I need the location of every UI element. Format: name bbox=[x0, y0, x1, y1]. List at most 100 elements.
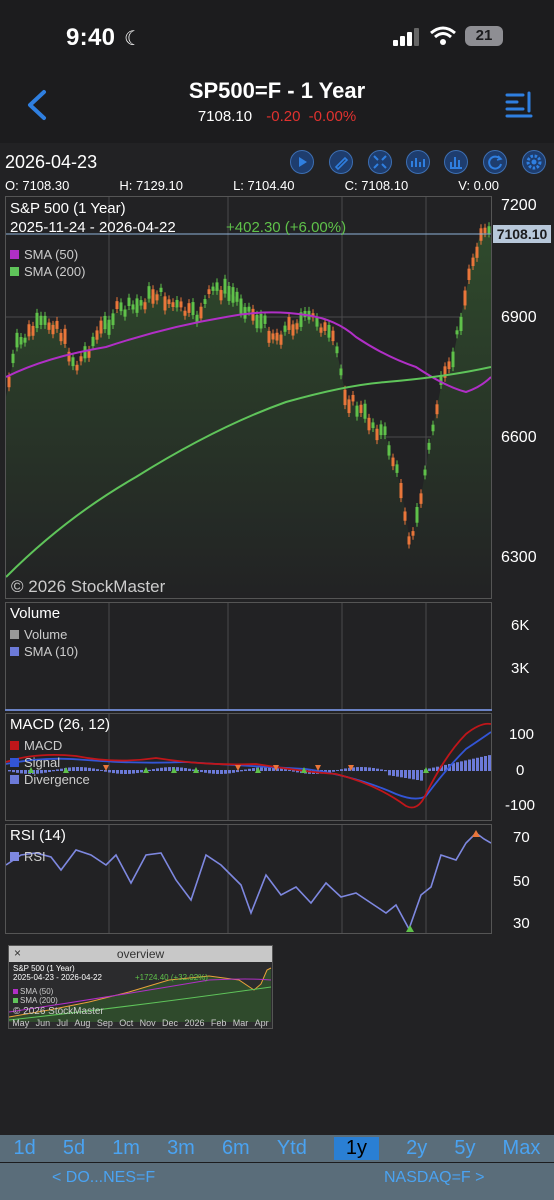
divergence-bar bbox=[260, 767, 263, 771]
volume-sma-swatch bbox=[10, 647, 19, 656]
overview-month-label: Mar bbox=[232, 1018, 249, 1028]
range-tab-5d[interactable]: 5d bbox=[63, 1137, 85, 1160]
divergence-bar bbox=[184, 768, 187, 771]
divergence-bar bbox=[124, 770, 127, 774]
range-tab-3m[interactable]: 3m bbox=[167, 1137, 195, 1160]
divergence-legend: Divergence bbox=[10, 772, 90, 787]
range-tab-5y[interactable]: 5y bbox=[454, 1137, 475, 1160]
last-price-tag: 7108.10 bbox=[493, 225, 551, 243]
next-symbol-link[interactable]: NASDAQ=F > bbox=[384, 1169, 484, 1187]
divergence-bar bbox=[104, 770, 107, 772]
rsi-legend: RSI bbox=[10, 849, 46, 864]
volume-tick-6k: 6K bbox=[511, 617, 530, 634]
overview-month-label: Jun bbox=[35, 1018, 51, 1028]
macd-tick-100: 100 bbox=[509, 726, 535, 743]
divergence-bar bbox=[344, 768, 347, 771]
range-tab-2y[interactable]: 2y bbox=[406, 1137, 427, 1160]
divergence-bar bbox=[332, 770, 335, 772]
volume-panel-title: Volume bbox=[10, 605, 61, 622]
play-button[interactable] bbox=[290, 150, 314, 174]
divergence-bar bbox=[140, 770, 143, 773]
menu-list-icon[interactable] bbox=[505, 91, 533, 119]
rsi-panel-title: RSI (14) bbox=[10, 827, 66, 844]
divergence-bar bbox=[340, 769, 343, 771]
overview-month-label: Sep bbox=[96, 1018, 113, 1028]
overview-month-label: Feb bbox=[210, 1018, 227, 1028]
overview-minichart[interactable]: × overview S&P 500 (1 Year) 2025-04-23 -… bbox=[8, 945, 273, 1029]
volume-panel[interactable]: Volume Volume SMA (10) bbox=[5, 602, 492, 710]
range-tab-1m[interactable]: 1m bbox=[112, 1137, 140, 1160]
divergence-bar bbox=[120, 770, 123, 774]
divergence-bar bbox=[108, 770, 111, 773]
sma50-legend: SMA (50) bbox=[10, 247, 78, 262]
range-tab-1y[interactable]: 1y bbox=[333, 1137, 380, 1160]
divergence-bar bbox=[356, 767, 359, 771]
draw-button[interactable] bbox=[329, 150, 353, 174]
fullscreen-button[interactable] bbox=[368, 150, 392, 174]
divergence-bar bbox=[152, 769, 155, 771]
overview-month-label: Jul bbox=[56, 1018, 69, 1028]
macd-panel-title: MACD (26, 12) bbox=[10, 716, 111, 733]
divergence-bar bbox=[112, 770, 115, 774]
signal-swatch bbox=[10, 758, 19, 767]
page-title: SP500=F - 1 Year bbox=[188, 78, 366, 103]
selected-date: 2026-04-23 bbox=[5, 152, 98, 172]
rsi-line bbox=[6, 831, 491, 931]
range-tab-6m[interactable]: 6m bbox=[222, 1137, 250, 1160]
sma200-legend-label: SMA (200) bbox=[24, 264, 86, 279]
main-panel-range: 2025-11-24 - 2026-04-22 bbox=[10, 219, 176, 236]
indicators-button[interactable] bbox=[406, 150, 430, 174]
y-tick-6900: 6900 bbox=[501, 309, 537, 326]
sma200-legend: SMA (200) bbox=[10, 264, 85, 279]
candlestick bbox=[127, 293, 131, 311]
rsi-tick-50: 50 bbox=[513, 873, 530, 890]
settings-gear-icon[interactable] bbox=[522, 150, 546, 174]
range-tab-ytd[interactable]: Ytd bbox=[277, 1137, 307, 1160]
status-time: 9:40 bbox=[66, 24, 116, 51]
divergence-bar bbox=[240, 770, 243, 772]
divergence-bar bbox=[72, 767, 75, 771]
volume-grid bbox=[108, 603, 427, 709]
macd-panel[interactable]: MACD (26, 12) MACD Signal Divergence bbox=[5, 713, 492, 821]
divergence-bar bbox=[376, 768, 379, 771]
sma50-swatch bbox=[10, 250, 19, 259]
rsi-swatch bbox=[10, 852, 19, 861]
prev-symbol-link[interactable]: < DO...NES=F bbox=[52, 1169, 155, 1187]
main-panel-title: S&P 500 (1 Year) bbox=[10, 200, 126, 217]
range-tab-1d[interactable]: 1d bbox=[14, 1137, 36, 1160]
open-value: O: 7108.30 bbox=[5, 178, 70, 193]
volume-sma-legend: SMA (10) bbox=[10, 644, 78, 659]
divergence-bar bbox=[404, 770, 407, 778]
divergence-bar bbox=[128, 770, 131, 774]
divergence-bar bbox=[336, 769, 339, 771]
rsi-overbought-marker bbox=[472, 830, 480, 837]
rsi-legend-label: RSI bbox=[24, 849, 46, 864]
overview-sma50-swatch bbox=[13, 989, 18, 994]
range-tab-max[interactable]: Max bbox=[503, 1137, 541, 1160]
divergence-bar bbox=[360, 767, 363, 771]
divergence-bar bbox=[100, 769, 103, 771]
divergence-bar bbox=[204, 770, 207, 773]
price-panel[interactable]: S&P 500 (1 Year) 2025-11-24 - 2026-04-22… bbox=[5, 196, 492, 599]
rsi-panel[interactable]: RSI (14) RSI bbox=[5, 824, 492, 934]
moon-icon: ☾ bbox=[124, 28, 142, 50]
divergence-bar bbox=[488, 755, 491, 771]
overview-sma200-label: SMA (200) bbox=[20, 996, 58, 1005]
rsi-tick-30: 30 bbox=[513, 915, 530, 932]
rsi-tick-70: 70 bbox=[513, 829, 530, 846]
bar-chart-button[interactable] bbox=[444, 150, 468, 174]
candlestick bbox=[487, 222, 491, 238]
divergence-bar bbox=[216, 770, 219, 774]
divergence-bar bbox=[220, 770, 223, 774]
overview-header: × overview bbox=[9, 946, 272, 962]
divergence-bar bbox=[432, 767, 435, 771]
overview-month-label: Dec bbox=[162, 1018, 179, 1028]
divergence-bar bbox=[208, 770, 211, 774]
macd-signal-line bbox=[6, 731, 491, 800]
divergence-bar bbox=[244, 769, 247, 771]
symbol-nav-bar: < DO...NES=F NASDAQ=F > bbox=[0, 1163, 554, 1200]
macd-legend: MACD bbox=[10, 738, 62, 753]
refresh-button[interactable] bbox=[483, 150, 507, 174]
volume-legend: Volume bbox=[10, 627, 67, 642]
divergence-bar bbox=[384, 770, 387, 772]
